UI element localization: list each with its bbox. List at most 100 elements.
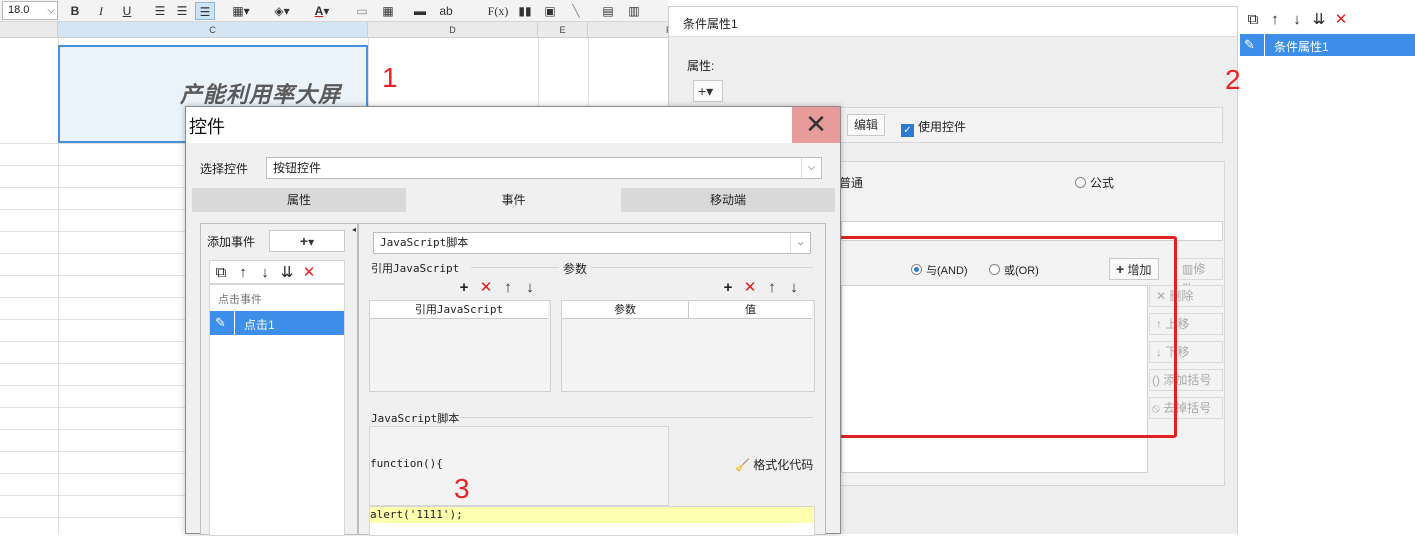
table-icon[interactable]: ▦ [378, 2, 398, 20]
image-icon[interactable]: ▣ [540, 2, 560, 20]
plus-icon[interactable]: + [717, 279, 739, 296]
arrow-up-icon[interactable]: ↑ [761, 279, 783, 296]
radio-icon [1075, 177, 1086, 188]
column-header-c[interactable]: C [58, 22, 368, 38]
modify-icon: ▥ [1182, 262, 1194, 276]
chevron-down-icon: ⌵ [790, 233, 810, 253]
arrow-down-icon[interactable]: ↓ [254, 264, 276, 281]
arrow-up-icon[interactable]: ↑ [497, 279, 519, 296]
tab-events[interactable]: 事件 [406, 188, 621, 212]
param-column-header: 参数 [562, 301, 688, 319]
ref-js-label: 引用JavaScript [371, 262, 460, 275]
move-bottom-icon[interactable]: ⇊ [276, 263, 298, 281]
delete-icon[interactable]: ✕ [739, 278, 761, 296]
cell-icon[interactable]: ▭ [352, 2, 372, 20]
use-control-checkbox[interactable]: ✓ 使用控件 [901, 118, 966, 137]
delete-icon[interactable]: ✕ [475, 278, 497, 296]
script-type-select[interactable]: JavaScript脚本 ⌵ [373, 232, 811, 254]
move-bottom-icon[interactable]: ⇊ [1308, 10, 1330, 28]
big-screen-title: 产能利用率大屏 [180, 83, 342, 108]
pencil-icon: ✎ [215, 315, 226, 330]
align-center-icon[interactable]: ☰ [173, 2, 191, 20]
layout-icon[interactable]: ▤ [598, 2, 618, 20]
fill-color-icon[interactable]: ◈▾ [267, 2, 297, 20]
delete-icon[interactable]: ✕ [1330, 10, 1352, 28]
annotation-mark-1: 1 [382, 62, 398, 93]
select-control-dropdown[interactable]: 按钮控件 ⌵ [266, 157, 822, 179]
params-label: 参数 [563, 262, 588, 276]
events-panel: 添加事件 +▾ ⧉ ↑ ↓ ⇊ ✕ 点击事件 ✎ 点击1 [200, 223, 358, 536]
chevron-down-icon: ⌵ [801, 158, 821, 178]
js-script-label: JavaScript脚本 [371, 412, 460, 425]
condition-list-sidebar: ⧉ ↑ ↓ ⇊ ✕ ✎ 条件属性1 [1237, 6, 1415, 534]
event-toolbar: ⧉ ↑ ↓ ⇊ ✕ [209, 260, 345, 284]
column-header-e[interactable]: E [538, 22, 588, 38]
grid-layout-icon[interactable]: ▥ [624, 2, 644, 20]
copy-icon[interactable]: ⧉ [1242, 11, 1264, 28]
ref-js-table[interactable]: 引用JavaScript [369, 300, 551, 392]
format-code-button[interactable]: 🧹 格式化代码 [735, 456, 813, 473]
modify-button[interactable]: ▥修改 [1175, 258, 1223, 296]
align-right-icon[interactable]: ☰ [195, 2, 215, 20]
underline-button[interactable]: U [118, 2, 136, 20]
tab-properties[interactable]: 属性 [192, 188, 406, 212]
copy-icon[interactable]: ⧉ [210, 264, 232, 281]
align-left-icon[interactable]: ☰ [151, 2, 169, 20]
delete-icon[interactable]: ✕ [298, 263, 320, 281]
bold-button[interactable]: B [66, 2, 84, 20]
params-table[interactable]: 参数 值 [561, 300, 815, 392]
font-size-value: 18.0 [8, 4, 30, 16]
function-header-box: function(){ [369, 426, 669, 506]
arrow-down-icon[interactable]: ↓ [519, 279, 541, 296]
dialog-titlebar: 控件 ✕ [186, 107, 840, 143]
textfield-icon[interactable]: ▬ [410, 2, 430, 20]
chart-icon[interactable]: ▮▮ [515, 2, 535, 20]
arrow-up-icon[interactable]: ↑ [232, 264, 254, 281]
border-icon[interactable]: ▦▾ [226, 2, 256, 20]
ref-js-toolbar: + ✕ ↑ ↓ [453, 278, 541, 296]
sidebar-toolbar: ⧉ ↑ ↓ ⇊ ✕ [1242, 10, 1352, 28]
add-property-button[interactable]: +▾ [693, 80, 723, 102]
script-panel: JavaScript脚本 ⌵ 引用JavaScript 参数 + ✕ ↑ ↓ + ✕ ↑ ↓… [358, 223, 826, 536]
params-toolbar: + ✕ ↑ ↓ [717, 278, 805, 296]
splitter-arrow-icon[interactable]: ◂ [352, 225, 356, 234]
font-size-select[interactable]: 18.0 ⌵ [2, 1, 58, 20]
code-editor[interactable]: alert('1111'); [369, 506, 815, 536]
edit-button[interactable]: 编辑 [847, 114, 886, 136]
column-header-d[interactable]: D [368, 22, 538, 38]
text-ab-button[interactable]: ab [435, 2, 457, 20]
row-header-corner [0, 22, 58, 38]
close-icon: ✕ [805, 109, 827, 139]
event-item-click-1[interactable]: ✎ 点击1 [210, 311, 344, 335]
chevron-down-icon: ⌵ [47, 5, 55, 16]
pencil-icon: ✎ [1244, 37, 1255, 52]
font-color-button[interactable]: A▾ [306, 2, 338, 20]
sidebar-item-condition-1[interactable]: ✎ 条件属性1 [1240, 34, 1415, 56]
plus-icon[interactable]: + [453, 279, 475, 296]
select-control-label: 选择控件 [200, 162, 249, 176]
italic-button[interactable]: I [92, 2, 110, 20]
dialog-title: 控件 [189, 117, 225, 137]
tab-mobile[interactable]: 移动端 [621, 188, 835, 212]
event-group-label: 点击事件 [218, 294, 262, 306]
close-button[interactable]: ✕ [792, 107, 840, 143]
ref-js-column-header: 引用JavaScript [370, 301, 548, 319]
code-line-1: alert('1111'); [370, 507, 814, 523]
add-event-button[interactable]: +▾ [269, 230, 345, 252]
event-item-label: 点击1 [244, 318, 275, 332]
condition-panel-header: 条件属性1 [669, 7, 1240, 37]
radio-normal[interactable]: 普通 [839, 174, 863, 191]
formula-button[interactable]: F(x) [486, 2, 510, 20]
value-column-header: 值 [688, 301, 812, 319]
radio-formula[interactable]: 公式 [1075, 174, 1114, 191]
slash-icon[interactable]: ╲ [566, 2, 586, 20]
arrow-down-icon[interactable]: ↓ [1286, 11, 1308, 28]
column-header-f[interactable]: F [588, 22, 668, 38]
control-dialog: 控件 ✕ 选择控件 按钮控件 ⌵ 属性 事件 移动端 添加事件 +▾ ⧉ ↑ ↓ ⇊ ✕… [185, 106, 841, 536]
arrow-down-icon[interactable]: ↓ [783, 279, 805, 296]
annotation-mark-2: 2 [1225, 64, 1241, 95]
checkbox-checked-icon: ✓ [901, 124, 914, 137]
event-list[interactable]: 点击事件 ✎ 点击1 [209, 284, 345, 536]
arrow-up-icon[interactable]: ↑ [1264, 11, 1286, 28]
add-event-label: 添加事件 [207, 235, 256, 249]
